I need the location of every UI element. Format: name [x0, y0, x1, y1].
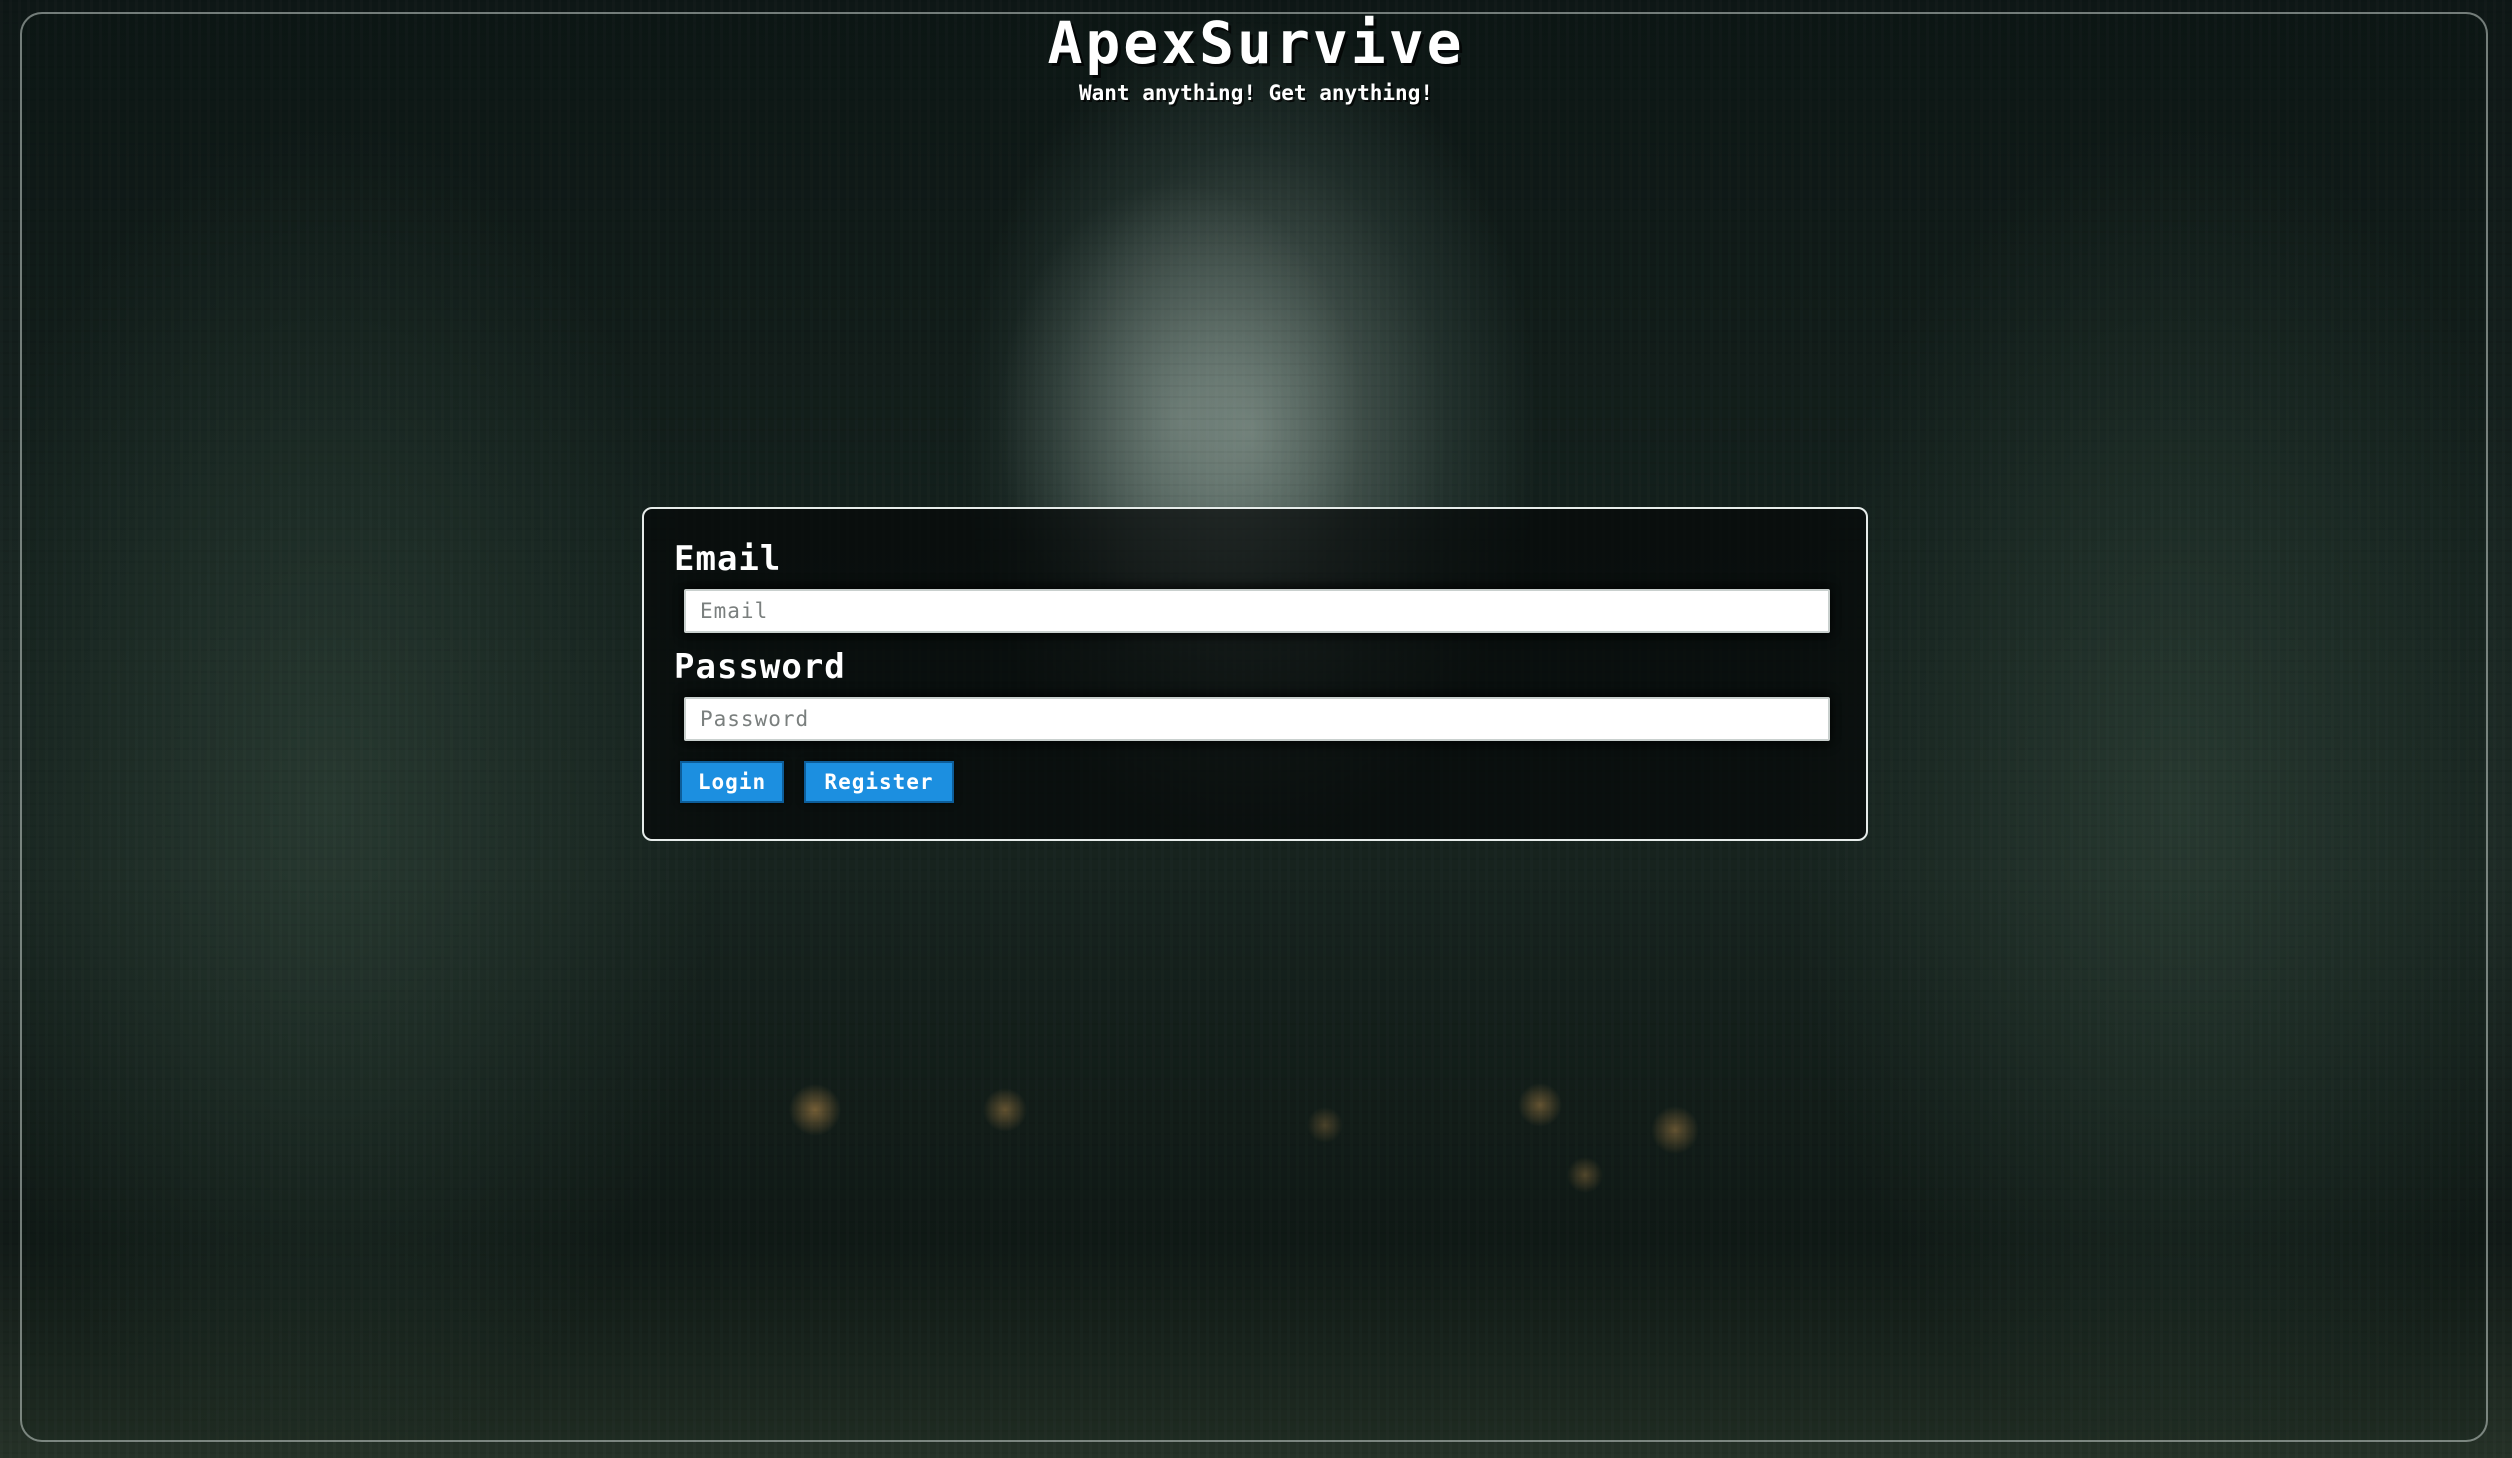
login-panel: Email Password Login Register [642, 507, 1868, 841]
app-tagline: Want anything! Get anything! [1078, 81, 1433, 105]
password-field[interactable] [684, 697, 1830, 741]
password-label: Password [674, 647, 846, 687]
header: ApexSurvive Want anything! Get anything! [0, 10, 2512, 106]
login-button[interactable]: Login [680, 761, 784, 803]
email-label: Email [674, 539, 782, 579]
email-field[interactable] [684, 589, 1830, 633]
app-title: ApexSurvive [1047, 9, 1465, 77]
register-button[interactable]: Register [804, 761, 954, 803]
